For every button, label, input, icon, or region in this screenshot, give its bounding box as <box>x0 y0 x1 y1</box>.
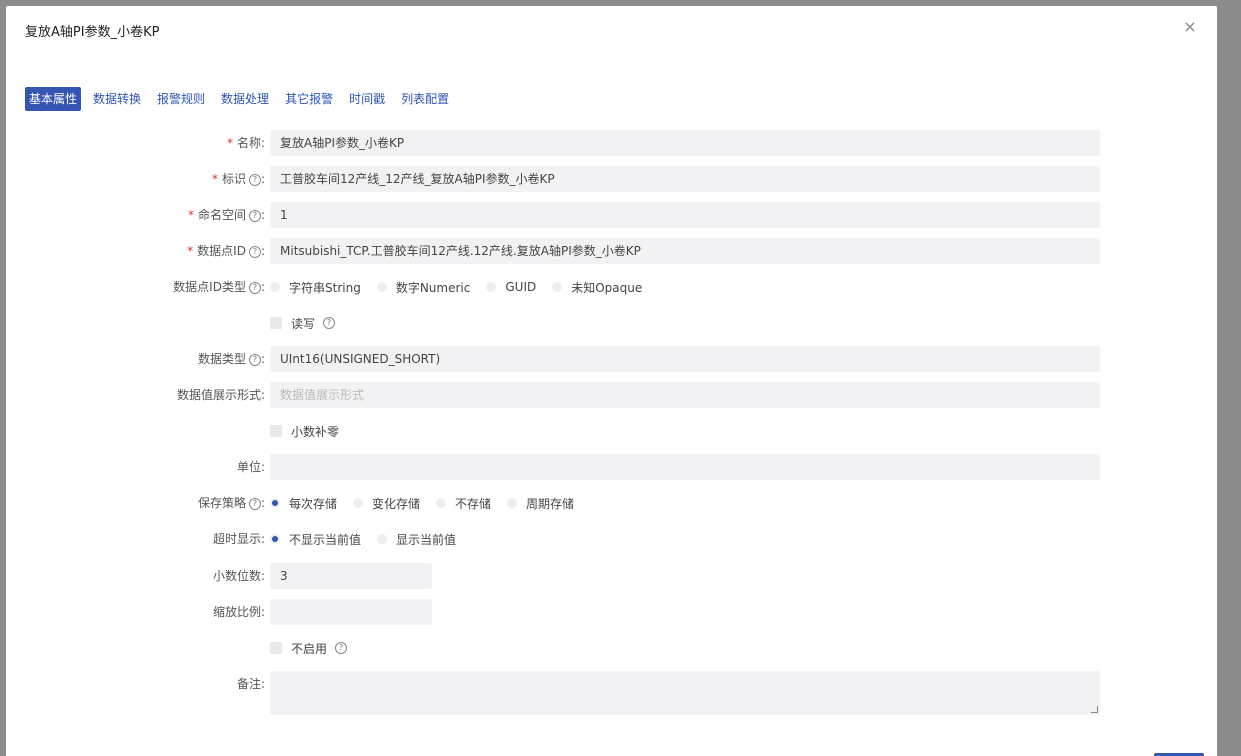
tab-list-config[interactable]: 列表配置 <box>397 87 453 111</box>
remark-label: 备注: <box>236 677 265 691</box>
tab-basic-properties[interactable]: 基本属性 <box>25 87 82 111</box>
radio-circle[interactable] <box>436 498 447 508</box>
disabled-checkbox[interactable]: 不启用? <box>270 640 348 657</box>
decimal-zero-pad-group: 小数补零 <box>270 418 355 444</box>
question-icon[interactable]: ? <box>335 642 348 654</box>
checkbox-box[interactable] <box>270 317 282 329</box>
radio-option-hide-current[interactable]: 不显示当前值 <box>270 531 361 548</box>
tab-data-processing[interactable]: 数据处理 <box>217 87 273 111</box>
radio-circle[interactable] <box>552 282 563 292</box>
form-row-identifier: * 标识?: 工普胶车间12产线_12产线_复放A轴PI参数_小卷KP <box>6 166 1217 192</box>
resize-handle-icon[interactable] <box>1091 706 1098 713</box>
datapoint-id-type-radio-group: 字符串String 数字Numeric GUID 未知Opaque <box>270 274 658 300</box>
checkbox-box[interactable] <box>270 642 282 654</box>
datapoint-id-input[interactable]: Mitsubishi_TCP.工普胶车间12产线.12产线.复放A轴PI参数_小… <box>270 238 1100 264</box>
form-row-namespace: * 命名空间?: 1 <box>6 202 1217 228</box>
form-row-name: * 名称: 复放A轴PI参数_小卷KP <box>6 130 1217 156</box>
form-row-unit: 单位: <box>6 454 1217 480</box>
scale-ratio-input[interactable] <box>270 599 432 625</box>
tab-bar: 基本属性 数据转换 报警规则 数据处理 其它报警 时间戳 列表配置 <box>25 87 461 111</box>
tab-other-alarms[interactable]: 其它报警 <box>281 87 337 111</box>
remark-textarea[interactable] <box>270 671 1100 715</box>
timeout-display-label: 超时显示: <box>212 532 265 546</box>
question-icon[interactable]: ? <box>248 246 261 258</box>
display-format-input[interactable]: 数据值展示形式 <box>270 382 1100 408</box>
radio-circle-selected[interactable] <box>270 498 280 508</box>
decimal-zero-pad-checkbox[interactable]: 小数补零 <box>270 423 339 440</box>
radio-circle[interactable] <box>376 282 387 292</box>
tab-data-conversion[interactable]: 数据转换 <box>89 87 145 111</box>
datapoint-id-label: * 数据点ID?: <box>187 244 265 258</box>
checkbox-box[interactable] <box>270 425 282 437</box>
radio-option-guid[interactable]: GUID <box>486 280 536 294</box>
radio-circle[interactable] <box>507 498 518 508</box>
form-row-decimal-zero-pad: 小数补零 <box>6 418 1217 444</box>
namespace-label: * 命名空间?: <box>187 208 265 222</box>
namespace-input[interactable]: 1 <box>270 202 1100 228</box>
radio-option-show-current[interactable]: 显示当前值 <box>377 531 456 548</box>
question-icon[interactable]: ? <box>248 210 261 222</box>
datapoint-id-type-label: 数据点ID类型?: <box>173 280 265 294</box>
form-row-timeout-display: 超时显示: 不显示当前值 显示当前值 <box>6 526 1217 552</box>
form-row-remark: 备注: <box>6 671 1217 715</box>
dialog: 复放A轴PI参数_小卷KP × 基本属性 数据转换 报警规则 数据处理 其它报警… <box>6 6 1217 756</box>
question-icon[interactable]: ? <box>248 282 261 294</box>
scale-ratio-label: 缩放比例: <box>212 605 265 619</box>
unit-label: 单位: <box>236 460 265 474</box>
form-row-datapoint-id: * 数据点ID?: Mitsubishi_TCP.工普胶车间12产线.12产线.复… <box>6 238 1217 264</box>
radio-circle[interactable] <box>377 534 388 544</box>
radio-option-string[interactable]: 字符串String <box>270 279 361 296</box>
radio-option-numeric[interactable]: 数字Numeric <box>376 279 470 296</box>
question-icon[interactable]: ? <box>248 174 261 186</box>
name-label: * 名称: <box>226 136 265 150</box>
radio-circle[interactable] <box>353 498 364 508</box>
read-write-checkbox[interactable]: 读写? <box>270 315 336 332</box>
question-icon[interactable]: ? <box>248 498 261 510</box>
form-row-datapoint-id-type: 数据点ID类型?: 字符串String 数字Numeric GUID 未知Opa… <box>6 274 1217 300</box>
form-row-disabled: 不启用? <box>6 635 1217 661</box>
display-format-label: 数据值展示形式: <box>176 388 265 402</box>
radio-circle-selected[interactable] <box>270 534 280 544</box>
radio-option-periodic-save[interactable]: 周期存储 <box>507 495 574 512</box>
radio-circle[interactable] <box>270 282 280 292</box>
required-mark: * <box>211 172 218 186</box>
identifier-input[interactable]: 工普胶车间12产线_12产线_复放A轴PI参数_小卷KP <box>270 166 1100 192</box>
decimal-places-input[interactable]: 3 <box>270 563 432 589</box>
required-mark: * <box>187 208 194 222</box>
dialog-title: 复放A轴PI参数_小卷KP <box>25 25 160 40</box>
required-mark: * <box>226 136 233 150</box>
radio-circle[interactable] <box>486 282 497 292</box>
read-write-checkbox-group: 读写? <box>270 310 351 336</box>
data-type-label: 数据类型?: <box>197 352 265 366</box>
close-icon[interactable]: × <box>1181 18 1199 36</box>
question-icon[interactable]: ? <box>248 354 261 366</box>
disabled-checkbox-group: 不启用? <box>270 635 363 661</box>
form-row-scale-ratio: 缩放比例: <box>6 599 1217 625</box>
form-row-read-write: 读写? <box>6 310 1217 336</box>
data-type-select[interactable]: UInt16(UNSIGNED_SHORT) <box>270 346 1100 372</box>
form-row-data-type: 数据类型?: UInt16(UNSIGNED_SHORT) <box>6 346 1217 372</box>
form-row-display-format: 数据值展示形式: 数据值展示形式 <box>6 382 1217 408</box>
form-row-decimal-places: 小数位数: 3 <box>6 563 1217 589</box>
save-strategy-radio-group: 每次存储 变化存储 不存储 周期存储 <box>270 490 590 516</box>
decimal-places-label: 小数位数: <box>212 569 265 583</box>
radio-option-opaque[interactable]: 未知Opaque <box>552 279 642 296</box>
radio-option-save-every[interactable]: 每次存储 <box>270 495 337 512</box>
save-strategy-label: 保存策略?: <box>197 496 265 510</box>
timeout-display-radio-group: 不显示当前值 显示当前值 <box>270 526 472 552</box>
radio-option-save-on-change[interactable]: 变化存储 <box>353 495 420 512</box>
required-mark: * <box>187 244 194 258</box>
question-icon[interactable]: ? <box>323 317 336 329</box>
identifier-label: * 标识?: <box>211 172 265 186</box>
unit-input[interactable] <box>270 454 1100 480</box>
tab-alarm-rules[interactable]: 报警规则 <box>153 87 209 111</box>
tab-timestamp[interactable]: 时间戳 <box>345 87 389 111</box>
radio-option-no-save[interactable]: 不存储 <box>436 495 491 512</box>
name-input[interactable]: 复放A轴PI参数_小卷KP <box>270 130 1100 156</box>
form-row-save-strategy: 保存策略?: 每次存储 变化存储 不存储 周期存储 <box>6 490 1217 516</box>
